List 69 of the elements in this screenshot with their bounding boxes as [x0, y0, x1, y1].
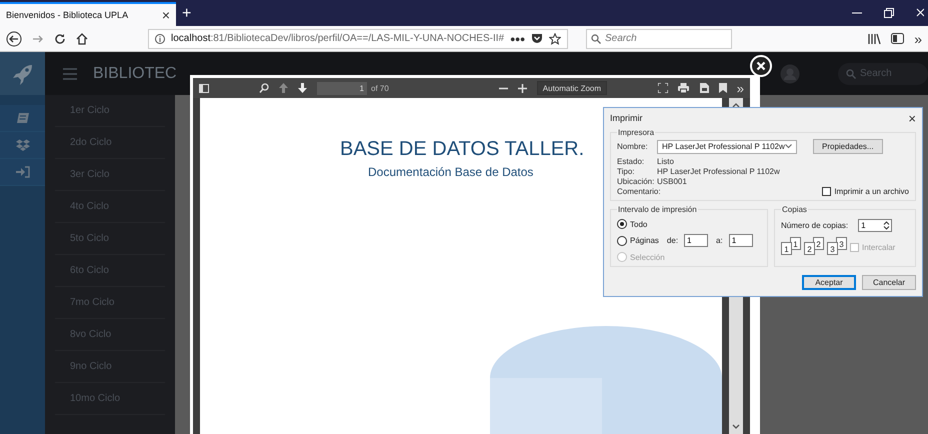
properties-button[interactable]: Propiedades... — [813, 139, 883, 154]
document-subtitle: Documentación Base de Datos — [368, 165, 534, 179]
radio-button[interactable] — [617, 236, 627, 246]
page-actions-button[interactable]: ••• — [510, 30, 525, 46]
app-title: BIBLIOTEC — [93, 64, 177, 82]
print-icon[interactable] — [678, 83, 689, 93]
tab-close-button[interactable]: × — [162, 8, 170, 22]
spinner-arrows-icon[interactable] — [883, 221, 890, 230]
field-label: Número de copias: — [781, 221, 848, 230]
library-icon[interactable] — [868, 32, 882, 44]
printer-select[interactable]: HP LaserJet Professional P 1102w — [657, 140, 797, 154]
pocket-icon[interactable] — [531, 33, 543, 44]
home-icon[interactable] — [76, 32, 88, 44]
field-label: Ubicación: — [617, 177, 656, 186]
reload-icon[interactable] — [54, 32, 66, 44]
radio-button[interactable] — [617, 219, 627, 229]
dialog-title: Imprimir — [610, 113, 642, 123]
bookmark-icon[interactable] — [718, 83, 727, 93]
search-icon — [591, 34, 601, 44]
chevron-down-icon — [785, 144, 792, 149]
document-title: BASE DE DATOS TALLER. — [340, 138, 584, 161]
rocket-icon[interactable] — [12, 62, 34, 84]
new-tab-button[interactable]: + — [182, 5, 192, 23]
search-icon[interactable] — [259, 83, 269, 93]
field-value: HP LaserJet Professional P 1102w — [657, 167, 780, 176]
field-label: a: — [716, 236, 723, 245]
scroll-down-icon[interactable] — [732, 424, 740, 430]
search-icon — [846, 68, 856, 78]
overflow-menu-button[interactable]: » — [914, 30, 922, 46]
up-arrow-icon[interactable] — [279, 83, 288, 93]
field-label: Tipo: — [617, 167, 636, 176]
dialog-button[interactable]: Aceptar — [802, 275, 856, 290]
more-tools-button[interactable]: » — [736, 80, 744, 96]
group-label: Impresora — [617, 128, 656, 137]
radio-label: Páginas — [630, 236, 659, 245]
zoom-in-icon[interactable] — [518, 84, 527, 92]
group-label: Copias — [781, 205, 808, 214]
to-page-field[interactable]: 1 — [728, 234, 753, 247]
page-count: of 70 — [371, 84, 389, 92]
close-button[interactable]: × — [908, 110, 916, 126]
field-value: Listo — [657, 157, 675, 166]
browser-tab[interactable]: Bienvenidos - Biblioteca UPLA × — [0, 2, 176, 26]
info-icon — [155, 34, 165, 44]
group-label: Intervalo de impresión — [617, 205, 698, 214]
down-arrow-icon[interactable] — [298, 83, 307, 93]
field-label: de: — [666, 236, 678, 245]
copies-spinner[interactable]: 1 — [858, 219, 892, 232]
page-number-field[interactable]: 1 — [317, 82, 367, 94]
field-value: USB001 — [657, 177, 688, 186]
search-field[interactable]: Search — [586, 28, 732, 48]
restore-icon[interactable] — [884, 8, 894, 18]
zoom-select[interactable]: Automatic Zoom — [536, 81, 608, 95]
radio-label: Todo — [630, 220, 648, 228]
radio-label: Selección — [630, 252, 665, 262]
forward-arrow-icon[interactable] — [32, 32, 44, 44]
presentation-icon[interactable] — [658, 83, 668, 93]
field-label: Nombre: — [617, 142, 649, 151]
sidebar-toggle-icon[interactable] — [199, 84, 209, 92]
sidebar-icon[interactable] — [891, 33, 904, 44]
checkbox-label: Intercalar — [862, 242, 896, 252]
document-icon[interactable] — [698, 83, 709, 93]
field-label: Estado: — [617, 157, 646, 166]
dialog-button[interactable]: Cancelar — [862, 275, 916, 290]
from-page-field[interactable]: 1 — [684, 234, 708, 247]
checkbox[interactable] — [822, 187, 832, 196]
star-icon[interactable] — [549, 32, 561, 44]
checkbox-label: Imprimir a un archivo — [834, 187, 909, 196]
close-icon[interactable] — [916, 8, 924, 18]
address-bar[interactable]: localhost:81/BibliotecaDev/libros/perfil/OA==/LAS-MIL-Y-UNA-NOCHES-II# ••• — [148, 28, 568, 48]
